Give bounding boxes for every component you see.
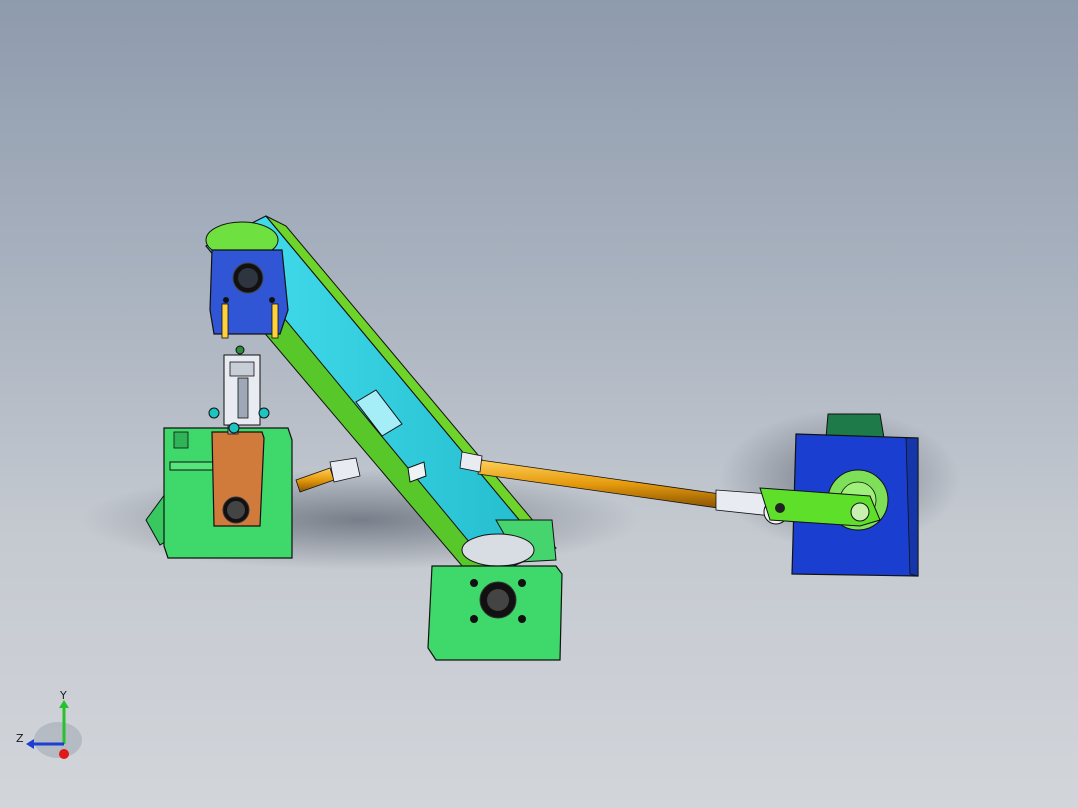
triad-graphic	[26, 700, 82, 759]
pneumatic-cylinder[interactable]	[208, 345, 270, 434]
copper-clamp-plate[interactable]	[211, 421, 265, 527]
assembly-model[interactable]	[0, 0, 1078, 808]
x-axis-dot	[59, 749, 69, 759]
top-pulley-block[interactable]	[205, 221, 289, 339]
z-axis-label: Z	[16, 732, 24, 745]
axis-triad: Y Z	[10, 688, 90, 768]
y-axis-label: Y	[60, 689, 67, 702]
3d-viewport[interactable]: Y Z	[0, 0, 1078, 808]
